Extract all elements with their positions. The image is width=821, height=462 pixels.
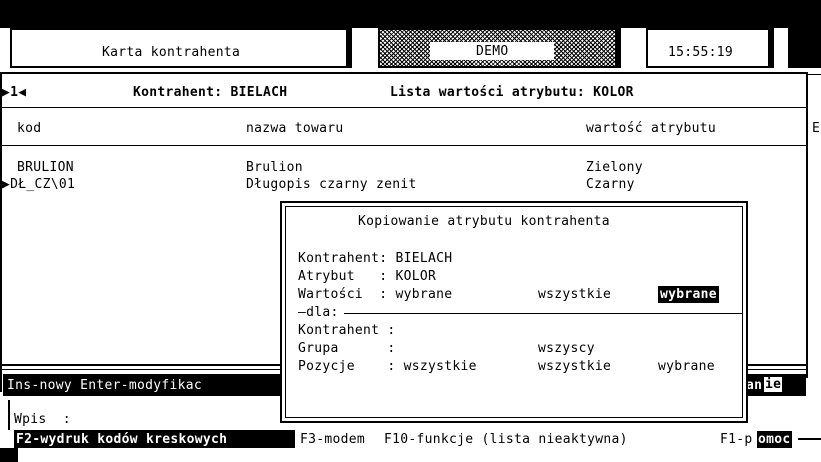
positions-option-selected[interactable]: wybrane	[658, 359, 715, 374]
f10-key[interactable]: F10-funkcje (lista nieaktywna)	[384, 432, 628, 447]
clock-box: 15:55:19	[646, 28, 774, 68]
top-bar	[0, 0, 821, 28]
contractor-label: Kontrahent: BIELACH	[133, 85, 288, 100]
table-row-name[interactable]: Długopis czarny zenit	[246, 177, 417, 192]
status-hint-left: Ins-nowy Enter-modyfikac	[7, 378, 203, 393]
dialog-values-label: Wartości : wybrane	[298, 287, 453, 302]
dialog-group-label: Grupa :	[298, 341, 396, 356]
column-header-name[interactable]: nazwa towaru	[246, 121, 344, 136]
status-hint-right-highlight: ie	[764, 377, 783, 392]
frame-left	[0, 72, 2, 392]
f1-key-highlight[interactable]: omoc	[757, 431, 792, 448]
status-top-line	[2, 364, 282, 366]
values-option-selected[interactable]: wybrane	[658, 286, 719, 303]
status-top-line-2	[2, 369, 282, 370]
footer-left-line	[8, 400, 10, 430]
status-top-line-right	[748, 364, 806, 366]
footer-right-line	[798, 438, 821, 440]
table-row-value[interactable]: Zielony	[586, 160, 643, 175]
positions-option-all[interactable]: wszystkie	[538, 359, 611, 374]
bottom-left-block	[0, 448, 18, 462]
frame-right-stub	[808, 74, 821, 75]
dialog-contractor: Kontrahent: BIELACH	[298, 251, 453, 266]
f2-label: F2-wydruk kodów kreskowych	[16, 432, 228, 447]
frame-top	[0, 72, 808, 74]
column-header-edge: E	[812, 121, 821, 136]
clock: 15:55:19	[668, 45, 734, 60]
attribute-list-label: Lista wartości atrybutu: KOLOR	[390, 85, 634, 100]
values-option-all[interactable]: wszystkie	[538, 287, 611, 302]
dialog-positions-label: Pozycje : wszystkie	[298, 359, 477, 374]
status-hint-right-prefix: an	[746, 378, 763, 393]
frame-right	[806, 72, 808, 378]
table-row-code[interactable]: BRULION	[17, 160, 74, 175]
group-value[interactable]: wszyscy	[538, 341, 595, 356]
mode-label: DEMO	[476, 44, 509, 59]
separator-2	[2, 145, 806, 146]
dialog-for-separator	[344, 313, 742, 314]
copy-attribute-dialog: Kopiowanie atrybutu kontrahenta Kontrahe…	[280, 201, 748, 423]
f1-key-prefix[interactable]: F1-p	[720, 432, 753, 447]
dialog-for-label: —dla:	[298, 305, 339, 320]
top-right-corner	[788, 28, 821, 68]
table-row-code[interactable]: ▶DŁ_CZ\01	[2, 177, 75, 192]
title-box: Karta kontrahenta	[10, 28, 352, 68]
status-hint-right: an ie	[746, 374, 806, 396]
input-label: Wpis :	[14, 412, 71, 427]
dialog-for-contractor[interactable]: Kontrahent :	[298, 323, 396, 338]
table-row-value[interactable]: Czarny	[586, 177, 635, 192]
dialog-attribute: Atrybut : KOLOR	[298, 269, 437, 284]
mode-box: DEMO	[378, 28, 621, 68]
column-header-code[interactable]: kod	[17, 121, 41, 136]
f3-key[interactable]: F3-modem	[300, 432, 365, 447]
window-title: Karta kontrahenta	[102, 45, 241, 60]
dialog-title: Kopiowanie atrybutu kontrahenta	[358, 214, 610, 229]
nav-marker[interactable]: ▶1◀	[2, 85, 26, 100]
f2-key[interactable]: F2-wydruk kodów kreskowych	[14, 430, 295, 448]
status-top-line-2-right	[748, 369, 806, 370]
table-row-name[interactable]: Brulion	[246, 160, 303, 175]
column-header-value[interactable]: wartość atrybutu	[586, 121, 716, 136]
separator-1	[2, 107, 806, 108]
